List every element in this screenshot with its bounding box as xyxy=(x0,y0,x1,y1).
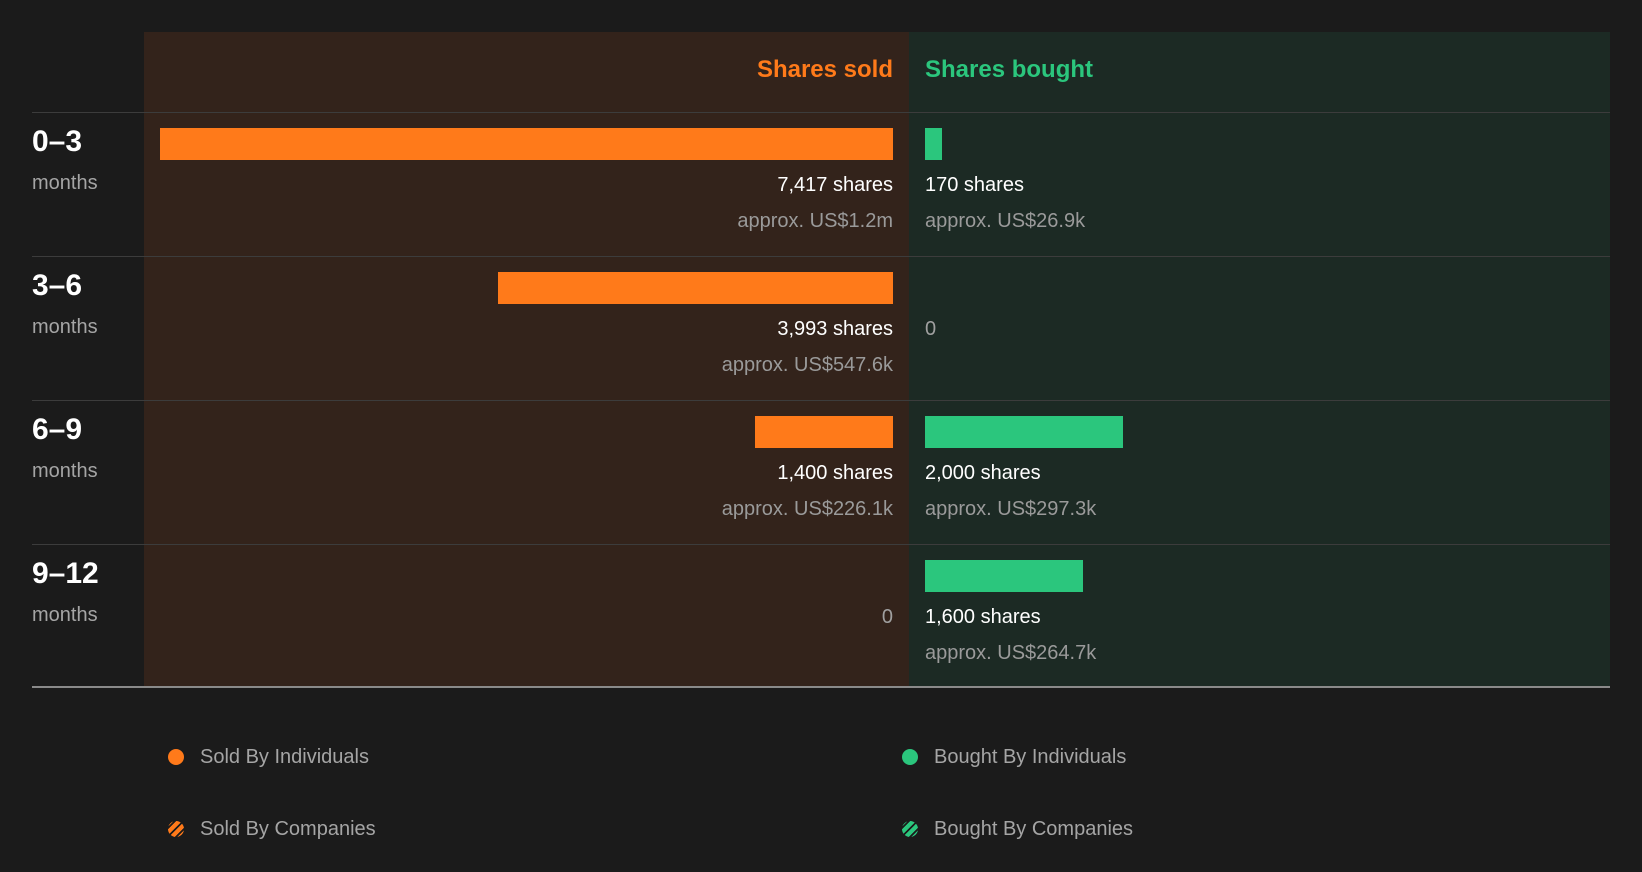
sold-shares-value: 3,993 shares xyxy=(777,318,893,340)
period-unit: months xyxy=(32,604,98,626)
bought-shares-value: 170 shares xyxy=(925,174,1024,196)
legend-sold-individuals: Sold By Individuals xyxy=(168,745,369,769)
sold-approx-value: approx. US$226.1k xyxy=(721,498,893,520)
chart-row: 6–9 months 1,400 shares approx. US$226.1k 2,… xyxy=(0,401,1642,545)
legend-bought-individuals-label: Bought By Individuals xyxy=(934,746,1127,768)
sold-individuals-dot-icon xyxy=(168,749,184,765)
bought-shares-value: 1,600 shares xyxy=(925,606,1041,628)
chart-row: 3–6 months 3,993 shares approx. US$547.6k 0 xyxy=(0,257,1642,401)
bought-approx-value: approx. US$264.7k xyxy=(925,642,1097,664)
legend-sold-individuals-label: Sold By Individuals xyxy=(200,746,369,768)
sold-bar xyxy=(498,272,893,304)
sold-bar xyxy=(160,128,893,160)
sold-shares-value: 1,400 shares xyxy=(777,462,893,484)
bought-approx-value: approx. US$297.3k xyxy=(925,498,1097,520)
legend-sold-companies-label: Sold By Companies xyxy=(200,818,376,840)
bought-shares-value: 2,000 shares xyxy=(925,462,1041,484)
period-label: 0–3 xyxy=(32,125,83,158)
legend-bought-companies-label: Bought By Companies xyxy=(934,818,1134,840)
shares-bought-header: Shares bought xyxy=(925,56,1094,83)
sold-shares-value: 7,417 shares xyxy=(777,174,893,196)
sold-approx-value: approx. US$547.6k xyxy=(721,354,893,376)
bought-individuals-dot-icon xyxy=(902,749,918,765)
legend-sold-companies: Sold By Companies xyxy=(168,817,376,841)
bought-approx-value: approx. US$26.9k xyxy=(925,210,1086,232)
sold-approx-value: approx. US$1.2m xyxy=(737,210,893,232)
legend-bought-companies: Bought By Companies xyxy=(902,817,1133,841)
sold-companies-striped-dot-icon xyxy=(168,821,184,837)
period-unit: months xyxy=(32,172,98,194)
bought-companies-striped-dot-icon xyxy=(902,821,918,837)
bought-bar xyxy=(925,416,1123,448)
bought-shares-value: 0 xyxy=(925,318,937,340)
period-label: 9–12 xyxy=(32,557,99,590)
bought-bar xyxy=(925,560,1083,592)
shares-sold-header: Shares sold xyxy=(756,56,893,83)
period-unit: months xyxy=(32,460,98,482)
chart-row: 9–12 months 0 1,600 shares approx. US$264.7k xyxy=(0,545,1642,689)
chart-row: 0–3 months 7,417 shares approx. US$1.2m 170 … xyxy=(0,113,1642,257)
period-label: 6–9 xyxy=(32,413,83,446)
sold-bar xyxy=(755,416,893,448)
period-unit: months xyxy=(32,316,98,338)
period-label: 3–6 xyxy=(32,269,83,302)
bought-bar xyxy=(925,128,942,160)
sold-shares-value: 0 xyxy=(881,606,893,628)
legend-bought-individuals: Bought By Individuals xyxy=(902,745,1126,769)
